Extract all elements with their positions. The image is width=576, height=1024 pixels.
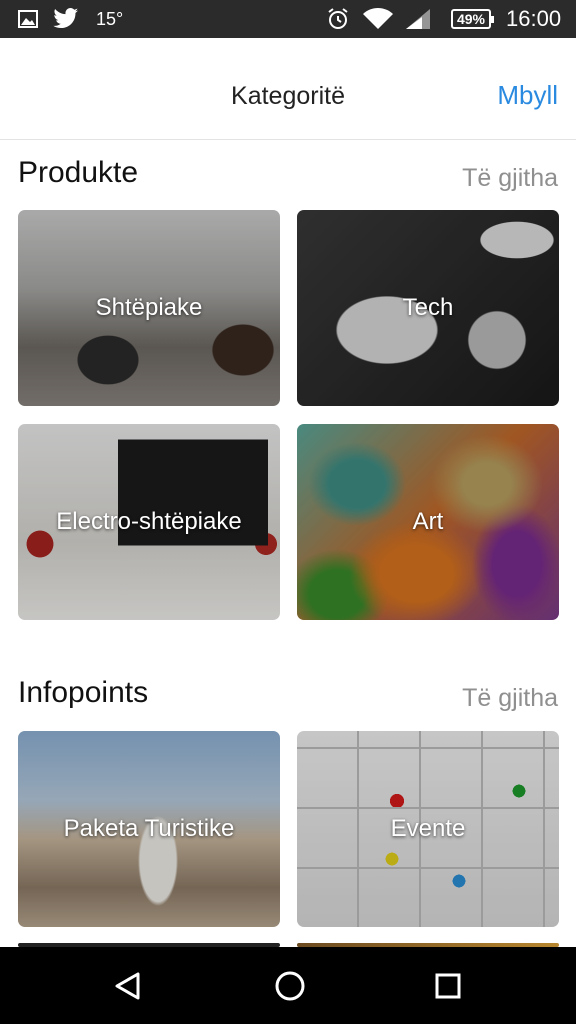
tile-label: Art xyxy=(412,508,444,535)
back-icon[interactable] xyxy=(88,947,168,1024)
signal-icon xyxy=(404,0,432,38)
see-all-produkte-button[interactable]: Të gjitha xyxy=(462,164,558,193)
clock: 16:00 xyxy=(506,6,562,31)
close-button[interactable]: Mbyll xyxy=(497,80,558,111)
recents-icon[interactable] xyxy=(408,947,488,1024)
home-icon[interactable] xyxy=(250,947,330,1024)
category-tile-shtepiake[interactable]: Shtëpiake xyxy=(18,210,280,406)
see-all-infopoints-button[interactable]: Të gjitha xyxy=(462,684,558,713)
category-tile-evente[interactable]: Evente xyxy=(297,731,559,927)
tile-label: Electro-shtëpiake xyxy=(56,508,242,535)
tile-label: Tech xyxy=(402,294,454,321)
page-title: Kategoritë xyxy=(231,82,345,110)
battery-level: 49% xyxy=(456,11,486,27)
navigation-bar xyxy=(0,947,576,1024)
temperature: 15° xyxy=(96,8,124,29)
tile-label: Shtëpiake xyxy=(95,294,203,321)
twitter-icon xyxy=(52,0,80,38)
section-title-infopoints: Infopoints xyxy=(18,676,149,709)
header: Kategoritë Mbyll xyxy=(0,38,576,140)
category-tile-electro-shtepiake[interactable]: Electro-shtëpiake xyxy=(18,424,280,620)
category-tile-paketa-turistike[interactable]: Paketa Turistike xyxy=(18,731,280,927)
section-title-produkte: Produkte xyxy=(18,156,139,189)
battery-icon: 49% xyxy=(451,9,494,29)
wifi-icon xyxy=(362,0,394,38)
image-icon xyxy=(18,0,38,38)
alarm-icon xyxy=(326,0,350,38)
tile-label: Paketa Turistike xyxy=(63,815,235,842)
status-bar: 15° 49% 16:00 xyxy=(0,0,576,38)
tile-label: Evente xyxy=(390,815,466,842)
category-tile-art[interactable]: Art xyxy=(297,424,559,620)
category-tile-tech[interactable]: Tech xyxy=(297,210,559,406)
